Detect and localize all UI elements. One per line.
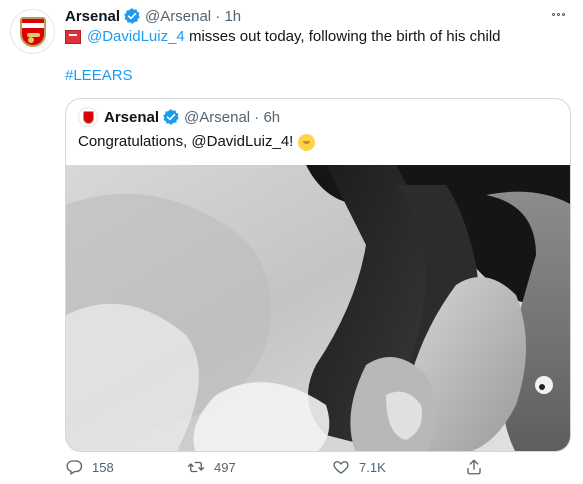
like-button[interactable]: 7.1K [332, 458, 386, 476]
tweet-text: @DavidLuiz_4 misses out today, following… [65, 27, 501, 47]
mention-link[interactable]: @DavidLuiz_4 [87, 27, 185, 47]
tweet-header: Arsenal @Arsenal · 1h [65, 6, 241, 26]
tweet[interactable]: Arsenal @Arsenal · 1h @DavidLuiz_4 misse… [0, 0, 583, 484]
quoted-tweet-header: Arsenal @Arsenal · 6h [78, 107, 280, 127]
quoted-tweet-text: Congratulations, @DavidLuiz_4! [78, 132, 316, 152]
quoted-tweet[interactable]: Arsenal @Arsenal · 6h Congratulations, @… [65, 98, 571, 452]
author-name[interactable]: Arsenal [65, 8, 120, 25]
baby-emoji [298, 133, 316, 151]
reply-icon [66, 460, 83, 475]
like-count: 7.1K [359, 459, 386, 475]
quoted-tweet-photo[interactable] [66, 165, 571, 452]
quoted-author-name: Arsenal [104, 108, 160, 126]
quoted-tweet-body: Congratulations, @DavidLuiz_4! [78, 133, 294, 150]
reply-button[interactable]: 158 [65, 458, 114, 476]
like-icon [333, 461, 349, 474]
tweet-body-text: misses out today, following the birth of… [184, 28, 501, 45]
share-icon [467, 459, 481, 475]
warning-light-emoji [65, 30, 81, 44]
quoted-author-handle-time: @Arsenal · 6h [184, 108, 281, 126]
more-options-icon[interactable] [548, 7, 568, 21]
reply-count: 158 [92, 459, 114, 475]
author-avatar[interactable] [10, 9, 55, 54]
arsenal-crest-avatar [19, 16, 46, 47]
tweet-actions: 158 497 7.1K [65, 458, 505, 478]
arsenal-crest-icon [82, 110, 94, 124]
share-button[interactable] [465, 458, 492, 476]
author-handle-time[interactable]: @Arsenal · 1h [145, 8, 241, 25]
verified-badge-icon [124, 8, 140, 24]
retweet-button[interactable]: 497 [187, 458, 236, 476]
quoted-author-avatar [78, 107, 98, 127]
retweet-count: 497 [214, 459, 236, 475]
retweet-icon [187, 461, 205, 473]
verified-badge-icon [163, 109, 179, 125]
hashtag-link[interactable]: #LEEARS [65, 66, 133, 86]
